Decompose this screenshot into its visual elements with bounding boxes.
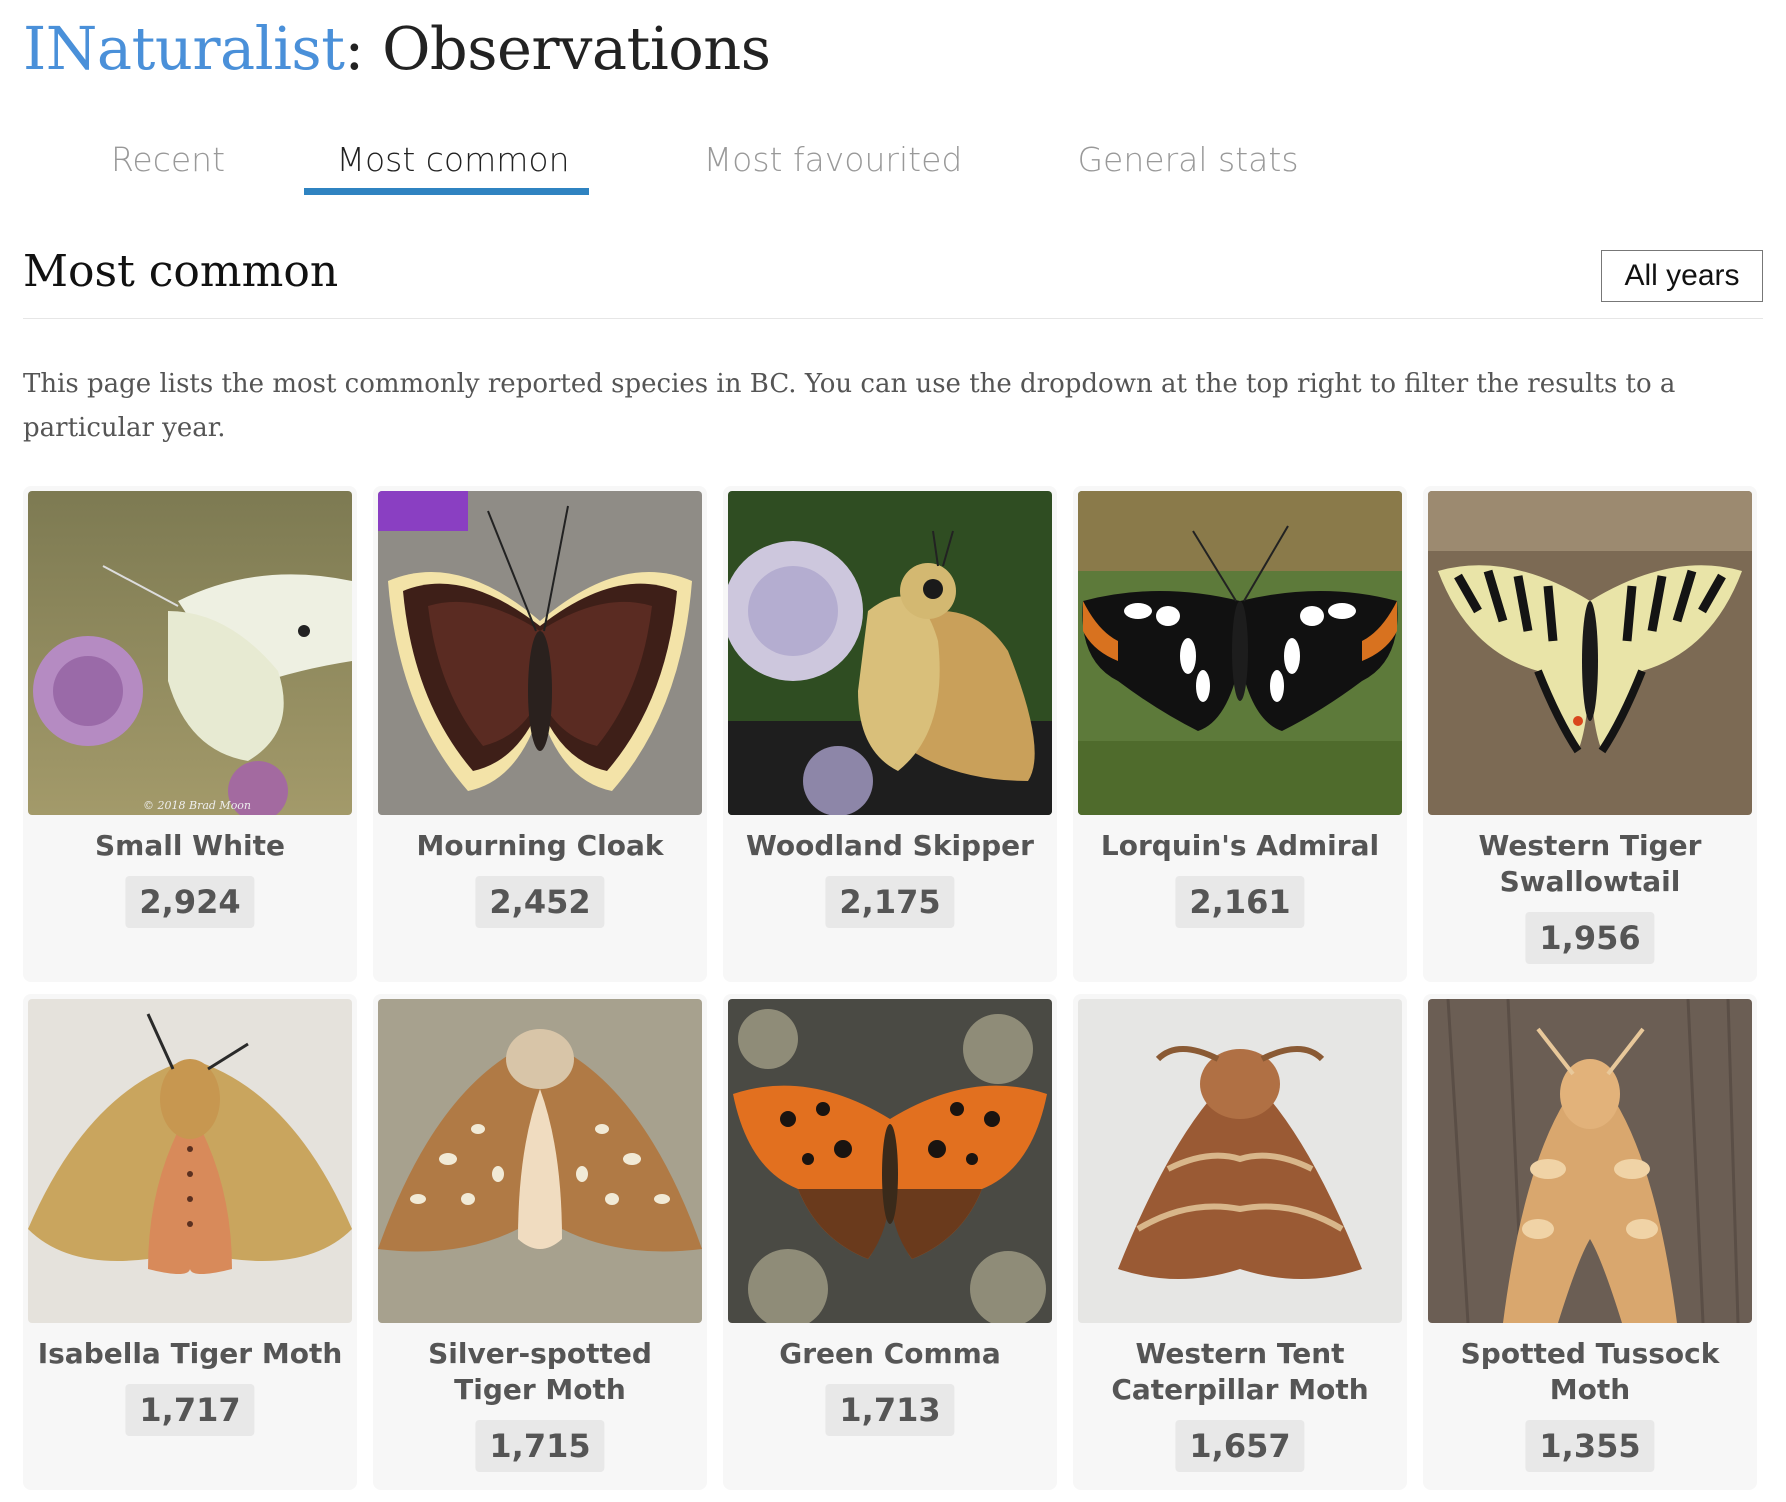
observation-count: 1,956 (1525, 912, 1655, 964)
species-name: Isabella Tiger Moth (37, 1337, 343, 1370)
intro-text: This page lists the most commonly report… (23, 369, 1676, 443)
photo-credit: © 2018 Brad Moon (143, 799, 251, 812)
species-name: Woodland Skipper (746, 829, 1034, 862)
tab-most-favourited[interactable]: Most favourited (683, 140, 983, 179)
observation-count: 1,715 (475, 1420, 605, 1472)
active-tab-indicator (304, 188, 589, 195)
observation-count: 2,924 (125, 876, 255, 928)
observation-count: 1,657 (1175, 1420, 1305, 1472)
silver-spotted-tiger-moth-photo[interactable] (378, 999, 702, 1323)
species-card[interactable]: Western Tent Caterpillar Moth 1,657 (1073, 994, 1407, 1490)
section-title: Most common (23, 246, 339, 297)
western-tiger-swallowtail-photo[interactable] (1428, 491, 1752, 815)
tab-most-common[interactable]: Most common (313, 140, 593, 179)
observation-count: 2,161 (1175, 876, 1305, 928)
species-name: Western Tent Caterpillar Moth (1111, 1337, 1369, 1406)
observation-count: 1,717 (125, 1384, 255, 1436)
page-title: INaturalist: Observations (23, 14, 771, 83)
species-card[interactable]: Green Comma 1,713 (723, 994, 1057, 1490)
species-card[interactable]: Silver-spotted Tiger Moth 1,715 (373, 994, 707, 1490)
observation-count: 1,355 (1525, 1420, 1655, 1472)
species-card[interactable]: Mourning Cloak 2,452 (373, 486, 707, 982)
observation-count: 2,175 (825, 876, 955, 928)
species-name: Green Comma (779, 1337, 1001, 1370)
species-card[interactable]: Lorquin's Admiral 2,161 (1073, 486, 1407, 982)
tab-recent[interactable]: Recent (83, 140, 253, 179)
species-name: Mourning Cloak (416, 829, 664, 862)
site-brand[interactable]: INaturalist (23, 14, 345, 83)
observation-count: 2,452 (475, 876, 605, 928)
species-card[interactable]: Isabella Tiger Moth 1,717 (23, 994, 357, 1490)
species-name: Western Tiger Swallowtail (1478, 829, 1702, 898)
species-name: Small White (95, 829, 285, 862)
species-name: Spotted Tussock Moth (1460, 1337, 1720, 1406)
title-separator: : (344, 14, 364, 83)
western-tent-caterpillar-moth-photo[interactable] (1078, 999, 1402, 1323)
tab-general-stats[interactable]: General stats (1058, 140, 1318, 179)
species-card[interactable]: Spotted Tussock Moth 1,355 (1423, 994, 1757, 1490)
species-name: Silver-spotted Tiger Moth (428, 1337, 652, 1406)
year-filter-dropdown[interactable]: All years (1601, 250, 1763, 302)
species-name: Lorquin's Admiral (1100, 829, 1380, 862)
woodland-skipper-photo[interactable] (728, 491, 1052, 815)
species-card[interactable]: Woodland Skipper 2,175 (723, 486, 1057, 982)
lorquins-admiral-photo[interactable] (1078, 491, 1402, 815)
tab-bar: Recent Most common Most favourited Gener… (23, 118, 1763, 198)
small-white-photo[interactable]: © 2018 Brad Moon (28, 491, 352, 815)
green-comma-photo[interactable] (728, 999, 1052, 1323)
isabella-tiger-moth-photo[interactable] (28, 999, 352, 1323)
observation-count: 1,713 (825, 1384, 955, 1436)
section-header: Most common All years (23, 240, 1763, 319)
species-card[interactable]: Western Tiger Swallowtail 1,956 (1423, 486, 1757, 982)
species-card[interactable]: © 2018 Brad Moon Small White 2,924 (23, 486, 357, 982)
spotted-tussock-moth-photo[interactable] (1428, 999, 1752, 1323)
section-name: Observations (363, 14, 771, 83)
mourning-cloak-photo[interactable] (378, 491, 702, 815)
